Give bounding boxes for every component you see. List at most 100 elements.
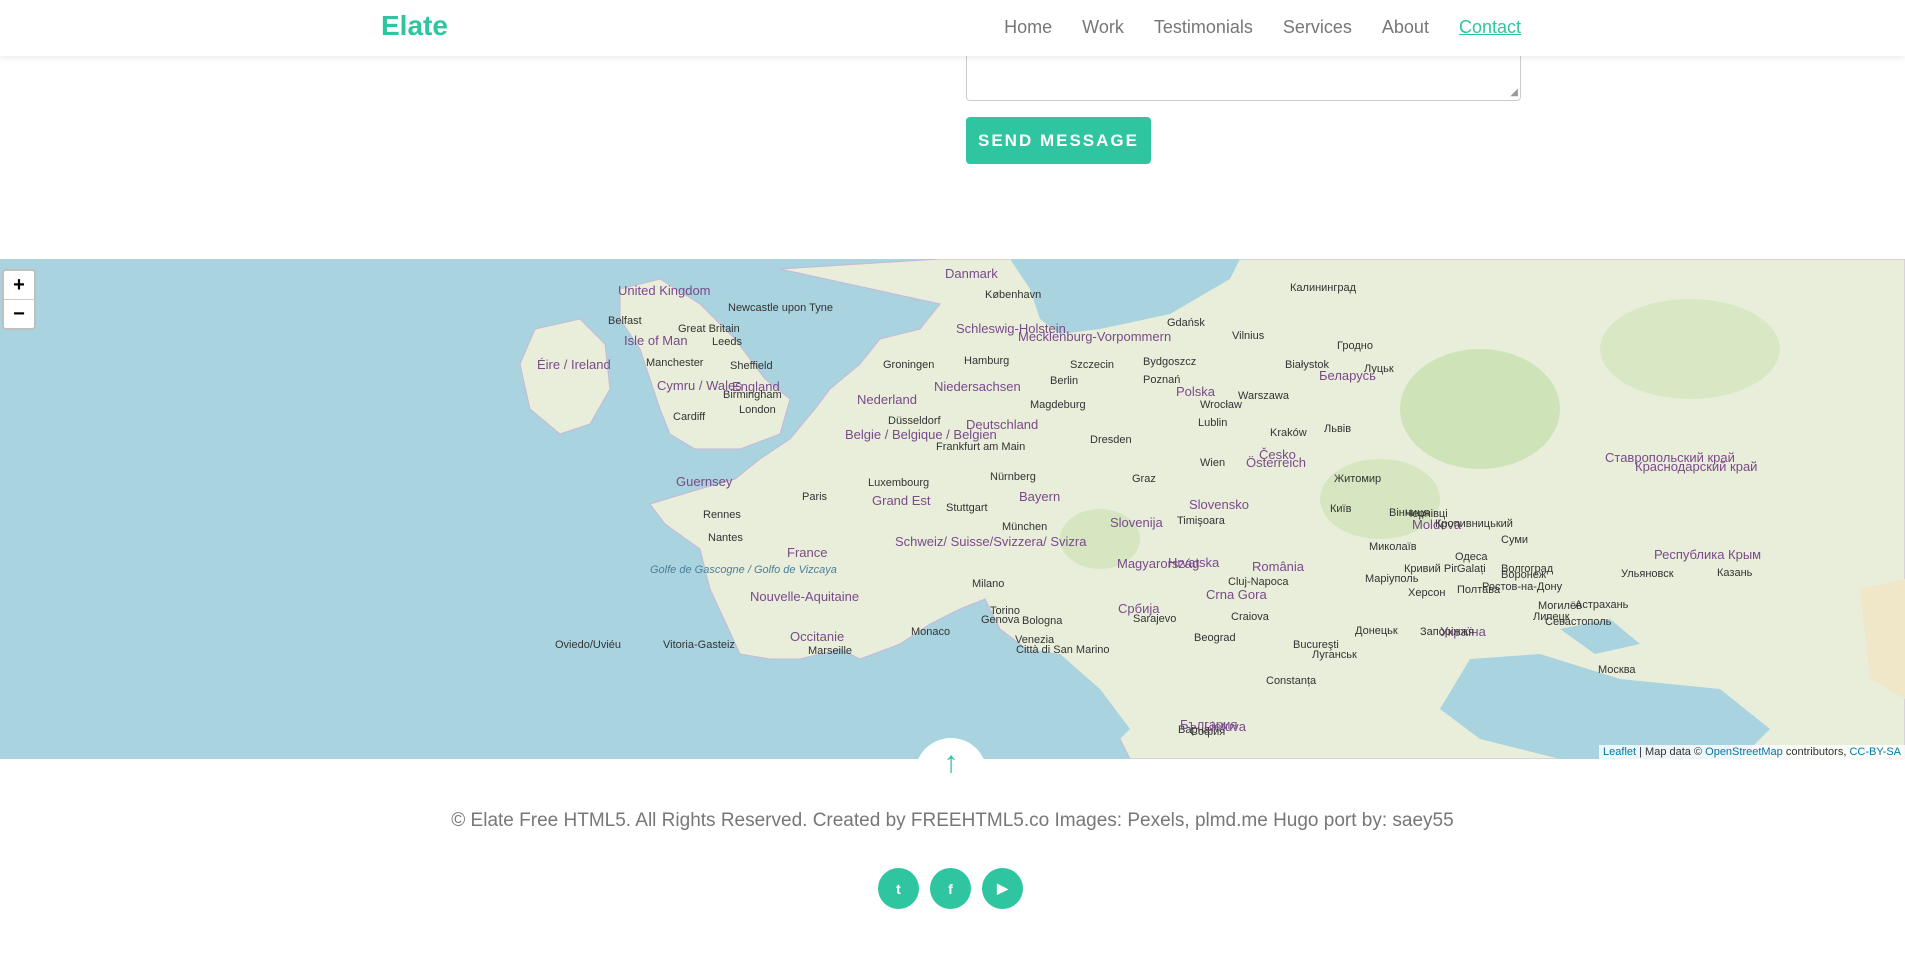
map-label: Éire / Ireland: [537, 357, 611, 372]
main-nav: Home Work Testimonials Services About Co…: [1004, 17, 1521, 38]
map-label: Cardiff: [673, 411, 706, 423]
map-label: Grand Est: [872, 493, 931, 508]
map-label: Миколаїв: [1369, 541, 1417, 553]
map-label: Szczecin: [1070, 359, 1115, 371]
map-label: Wrocław: [1200, 399, 1242, 411]
map-label: Mecklenburg-Vorpommern: [1018, 329, 1172, 344]
nav-testimonials[interactable]: Testimonials: [1154, 17, 1253, 38]
map-label: Србија: [1118, 601, 1160, 616]
map-label: Schweiz/ Suisse/Svizzera/ Svizra: [895, 534, 1087, 549]
map-label: Stuttgart: [946, 502, 988, 514]
facebook-icon[interactable]: f: [930, 868, 971, 909]
map-label: Донецьк: [1355, 625, 1398, 637]
map-label: Warszawa: [1238, 390, 1289, 402]
back-to-top-button[interactable]: ↑: [915, 738, 987, 810]
map-label: Gdańsk: [1167, 317, 1205, 329]
map-label: France: [787, 545, 828, 560]
twitter-icon[interactable]: t: [878, 868, 919, 909]
map-label: Leeds: [712, 336, 742, 348]
map-label: Slovenija: [1110, 515, 1163, 530]
map-label: Graz: [1132, 473, 1156, 485]
map-label: Groningen: [883, 359, 935, 371]
map-label: Hamburg: [964, 355, 1010, 367]
map-label: Marseille: [808, 645, 853, 657]
map-label: Москва: [1598, 664, 1636, 676]
map-label: Newcastle upon Tyne: [728, 302, 833, 314]
map-label: Guernsey: [676, 474, 733, 489]
map-label: Cymru / Wales: [657, 378, 742, 393]
map-label: Isle of Man: [624, 333, 688, 348]
social-links: t f ▶: [878, 868, 1023, 909]
map-label: Polska: [1176, 384, 1216, 399]
map-label: Rennes: [703, 509, 741, 521]
zoom-control: + −: [2, 269, 36, 330]
map-label: Deutschland: [966, 417, 1039, 432]
map[interactable]: + − Danmark United Kingdom Great Britain Éi…: [0, 259, 1905, 759]
map-label: Севастополь: [1545, 616, 1612, 628]
copyright-text: © Elate Free HTML5. All Rights Reserved.…: [451, 810, 1454, 831]
youtube-icon[interactable]: ▶: [982, 868, 1023, 909]
map-label: Lublin: [1198, 417, 1228, 429]
map-label: Timişoara: [1177, 515, 1225, 527]
map-label: Crna Gora: [1206, 587, 1267, 602]
map-label: Sheffield: [730, 360, 773, 372]
map-label: Kraków: [1270, 427, 1307, 439]
map-label: Nederland: [857, 392, 917, 407]
map-label: London: [739, 404, 776, 416]
map-label: Oviedo/Uviéu: [555, 639, 622, 651]
nav-services[interactable]: Services: [1283, 17, 1352, 38]
leaflet-link[interactable]: Leaflet: [1603, 746, 1636, 758]
map-label: Bologna: [1022, 615, 1063, 627]
zoom-out-button[interactable]: −: [4, 300, 34, 328]
map-label: Dresden: [1090, 434, 1132, 446]
send-message-button[interactable]: SEND MESSAGE: [966, 117, 1151, 164]
map-label: United Kingdom: [618, 283, 711, 298]
map-label: Lietuva: [1204, 719, 1246, 734]
map-label: Monaco: [911, 626, 951, 638]
map-label: Berlin: [1050, 375, 1079, 387]
map-label: Luxembourg: [868, 477, 930, 489]
nav-work[interactable]: Work: [1082, 17, 1124, 38]
map-label: Vitoria-Gasteiz: [663, 639, 735, 651]
message-textarea[interactable]: ◢: [966, 56, 1521, 101]
license-link[interactable]: CC-BY-SA: [1849, 746, 1901, 758]
map-label: København: [985, 289, 1042, 301]
nav-about[interactable]: About: [1382, 17, 1429, 38]
resize-handle-icon[interactable]: ◢: [1510, 88, 1518, 98]
map-label: Воронеж: [1501, 569, 1547, 581]
map-label: Гродно: [1337, 340, 1373, 352]
map-label: Львів: [1324, 423, 1352, 435]
map-label: Milano: [972, 578, 1005, 590]
map-label: Genova: [981, 614, 1020, 626]
zoom-in-button[interactable]: +: [4, 271, 34, 300]
brand-logo[interactable]: Elate: [381, 10, 448, 42]
map-label: Wien: [1200, 457, 1226, 469]
map-label: Galați: [1457, 563, 1486, 575]
map-label: Niedersachsen: [934, 379, 1021, 394]
map-label: Frankfurt am Main: [936, 441, 1026, 453]
map-label: Cluj-Napoca: [1228, 576, 1289, 588]
map-label: Nürnberg: [990, 471, 1036, 483]
nav-home[interactable]: Home: [1004, 17, 1052, 38]
map-label: Херсон: [1408, 587, 1446, 599]
map-label: Ставропольский край: [1605, 450, 1735, 465]
map-label: Калининград: [1290, 282, 1357, 294]
map-label: Österreich: [1246, 455, 1306, 470]
map-label: Golfe de Gascogne / Golfo de Vizcaya: [650, 564, 837, 576]
map-label: Запоріжжя: [1420, 626, 1475, 638]
map-label: Slovensko: [1189, 497, 1249, 512]
map-label: Danmark: [945, 266, 998, 281]
map-label: Кропивницький: [1435, 518, 1513, 530]
map-label: Астрахань: [1575, 599, 1629, 611]
map-label: România: [1252, 559, 1305, 574]
map-label: Paris: [802, 491, 828, 503]
map-label: Суми: [1501, 534, 1529, 546]
osm-link[interactable]: OpenStreetMap: [1705, 746, 1783, 758]
map-label: Vilnius: [1232, 330, 1265, 342]
map-label: München: [1002, 521, 1048, 533]
attribution-contrib: contributors,: [1782, 746, 1850, 758]
map-label: Città di San Marino: [1016, 644, 1110, 656]
nav-contact[interactable]: Contact: [1459, 17, 1521, 38]
map-label: Ростов-на-Дону: [1482, 581, 1563, 593]
map-label: Hrvatska: [1168, 555, 1220, 570]
